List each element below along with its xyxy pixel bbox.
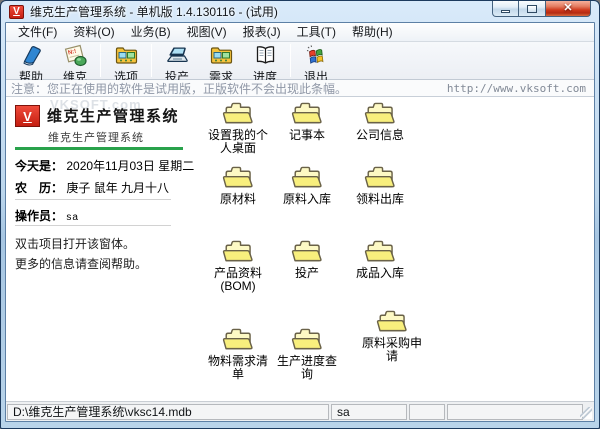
lunar-value: 庚子 鼠年 九月十八: [66, 181, 169, 195]
today-label: 今天是：: [15, 159, 63, 173]
app-icon: V: [9, 5, 24, 19]
operator-row: 操作员： sa: [15, 207, 79, 224]
desktop-item-material-requirements[interactable]: 物料需求清 单: [198, 326, 278, 381]
folder-icon: [219, 100, 257, 129]
hint-help: 更多的信息请查阅帮助。: [15, 255, 147, 272]
folder-icon: [288, 326, 326, 355]
menu-view[interactable]: 视图(V): [179, 23, 235, 41]
title-bar[interactable]: V 维克生产管理系统 - 单机版 1.4.130116 - (试用) ✕: [5, 1, 595, 22]
menu-report[interactable]: 报表(J): [235, 23, 289, 41]
window-controls: ✕: [492, 1, 591, 17]
toolbar-separator: [100, 44, 101, 77]
desktop-item-notepad[interactable]: 记事本: [267, 100, 347, 142]
sidebar-divider: [15, 199, 171, 200]
system-title: 维克生产管理系统: [47, 105, 179, 126]
toolbar-separator: [290, 44, 291, 77]
window-title: 维克生产管理系统 - 单机版 1.4.130116 - (试用): [30, 3, 278, 20]
toolbar-weike-button[interactable]: N:! 维克: [53, 42, 97, 79]
minimize-button[interactable]: [492, 1, 519, 17]
menu-file[interactable]: 文件(F): [10, 23, 65, 41]
folder-icon: [361, 238, 399, 267]
toolbar-demand-button[interactable]: 需求: [199, 42, 243, 79]
sidebar: VKSOFT.com V 维克生产管理系统 维克生产管理系统 今天是： 2020…: [6, 97, 196, 401]
folder-icon: [219, 326, 257, 355]
desktop-item-personal-desktop[interactable]: 设置我的个 人桌面: [198, 100, 278, 155]
toolbar-separator: [151, 44, 152, 77]
menu-tools[interactable]: 工具(T): [289, 23, 344, 41]
desktop-item-production[interactable]: 投产: [267, 238, 347, 280]
maximize-icon: [527, 5, 537, 13]
brand-logo: V: [15, 105, 40, 127]
desktop-item-company-info[interactable]: 公司信息: [340, 100, 420, 142]
operator-value: sa: [66, 212, 79, 223]
status-user: sa: [331, 404, 407, 420]
desktop-item-finished-goods-inbound[interactable]: 成品入库: [340, 238, 420, 280]
folder-icon: [288, 164, 326, 193]
weike-note-icon: N:!: [63, 43, 88, 72]
status-bar: D:\维克生产管理系统\vksc14.mdb sa: [6, 401, 594, 421]
folder-icon: [361, 100, 399, 129]
folder-icon: [373, 308, 411, 337]
desktop-item-purchase-request[interactable]: 原料采购申 请: [352, 308, 432, 363]
desktop-item-raw-materials[interactable]: 原材料: [198, 164, 278, 206]
trial-notice-bar: 注意：您正在使用的软件是试用版，正版软件不会出现此条幅。 http://www.…: [6, 80, 594, 97]
folder-icon: [288, 100, 326, 129]
toolbar-options-button[interactable]: 选项: [104, 42, 148, 79]
minimize-icon: [501, 10, 510, 13]
trial-notice-text: 注意：您正在使用的软件是试用版，正版软件不会出现此条幅。: [11, 80, 347, 97]
status-panel-empty: [409, 404, 445, 420]
close-button[interactable]: ✕: [546, 1, 591, 17]
today-value: 2020年11月03日 星期二: [66, 159, 194, 173]
maximize-button[interactable]: [519, 1, 546, 17]
toolbar: 帮助 N:! 维克: [6, 42, 594, 80]
lunar-label: 农 历：: [15, 181, 63, 195]
folder-icon: [219, 164, 257, 193]
brand-row: V 维克生产管理系统 维克生产管理系统: [15, 105, 179, 145]
desktop-item-production-progress-query[interactable]: 生产进度查 询: [267, 326, 347, 381]
folder-icon: [361, 164, 399, 193]
lunar-row: 农 历： 庚子 鼠年 九月十八: [15, 179, 169, 196]
folder-image-icon: [114, 43, 139, 72]
hint-doubleclick: 双击项目打开该窗体。: [15, 235, 135, 252]
folder-icon: [219, 238, 257, 267]
laptop-icon: [165, 43, 190, 72]
open-book-icon: [253, 43, 278, 72]
close-icon: ✕: [563, 3, 572, 14]
menu-business[interactable]: 业务(B): [123, 23, 179, 41]
toolbar-help-button[interactable]: 帮助: [9, 42, 53, 79]
help-book-icon: [19, 43, 44, 72]
toolbar-production-button[interactable]: 投产: [155, 42, 199, 79]
today-row: 今天是： 2020年11月03日 星期二: [15, 157, 194, 174]
menu-data[interactable]: 资料(O): [65, 23, 122, 41]
vendor-url-link[interactable]: http://www.vksoft.com: [447, 82, 586, 95]
folder-icon: [288, 238, 326, 267]
menu-bar: 文件(F) 资料(O) 业务(B) 视图(V) 报表(J) 工具(T) 帮助(H…: [6, 23, 594, 42]
status-database-path: D:\维克生产管理系统\vksc14.mdb: [7, 404, 329, 420]
folder-image-icon: [209, 43, 234, 72]
desktop-item-product-bom[interactable]: 产品资料 (BOM): [198, 238, 278, 293]
desktop-item-material-outbound[interactable]: 领料出库: [340, 164, 420, 206]
windows-flag-icon: [304, 43, 329, 72]
sidebar-divider: [15, 225, 171, 226]
toolbar-exit-button[interactable]: 退出: [294, 42, 338, 79]
toolbar-progress-button[interactable]: 进度: [243, 42, 287, 79]
status-panel-empty: [447, 404, 583, 420]
menu-help[interactable]: 帮助(H): [344, 23, 401, 41]
system-subtitle: 维克生产管理系统: [48, 129, 179, 145]
accent-divider: [15, 147, 183, 150]
app-window: V 维克生产管理系统 - 单机版 1.4.130116 - (试用) ✕ 文件(…: [0, 0, 600, 429]
operator-label: 操作员：: [15, 209, 63, 223]
resize-grip[interactable]: [580, 407, 592, 419]
main-content: VKSOFT.com V 维克生产管理系统 维克生产管理系统 今天是： 2020…: [6, 97, 594, 401]
client-area: 文件(F) 资料(O) 业务(B) 视图(V) 报表(J) 工具(T) 帮助(H…: [5, 22, 595, 422]
desktop-item-material-inbound[interactable]: 原料入库: [267, 164, 347, 206]
